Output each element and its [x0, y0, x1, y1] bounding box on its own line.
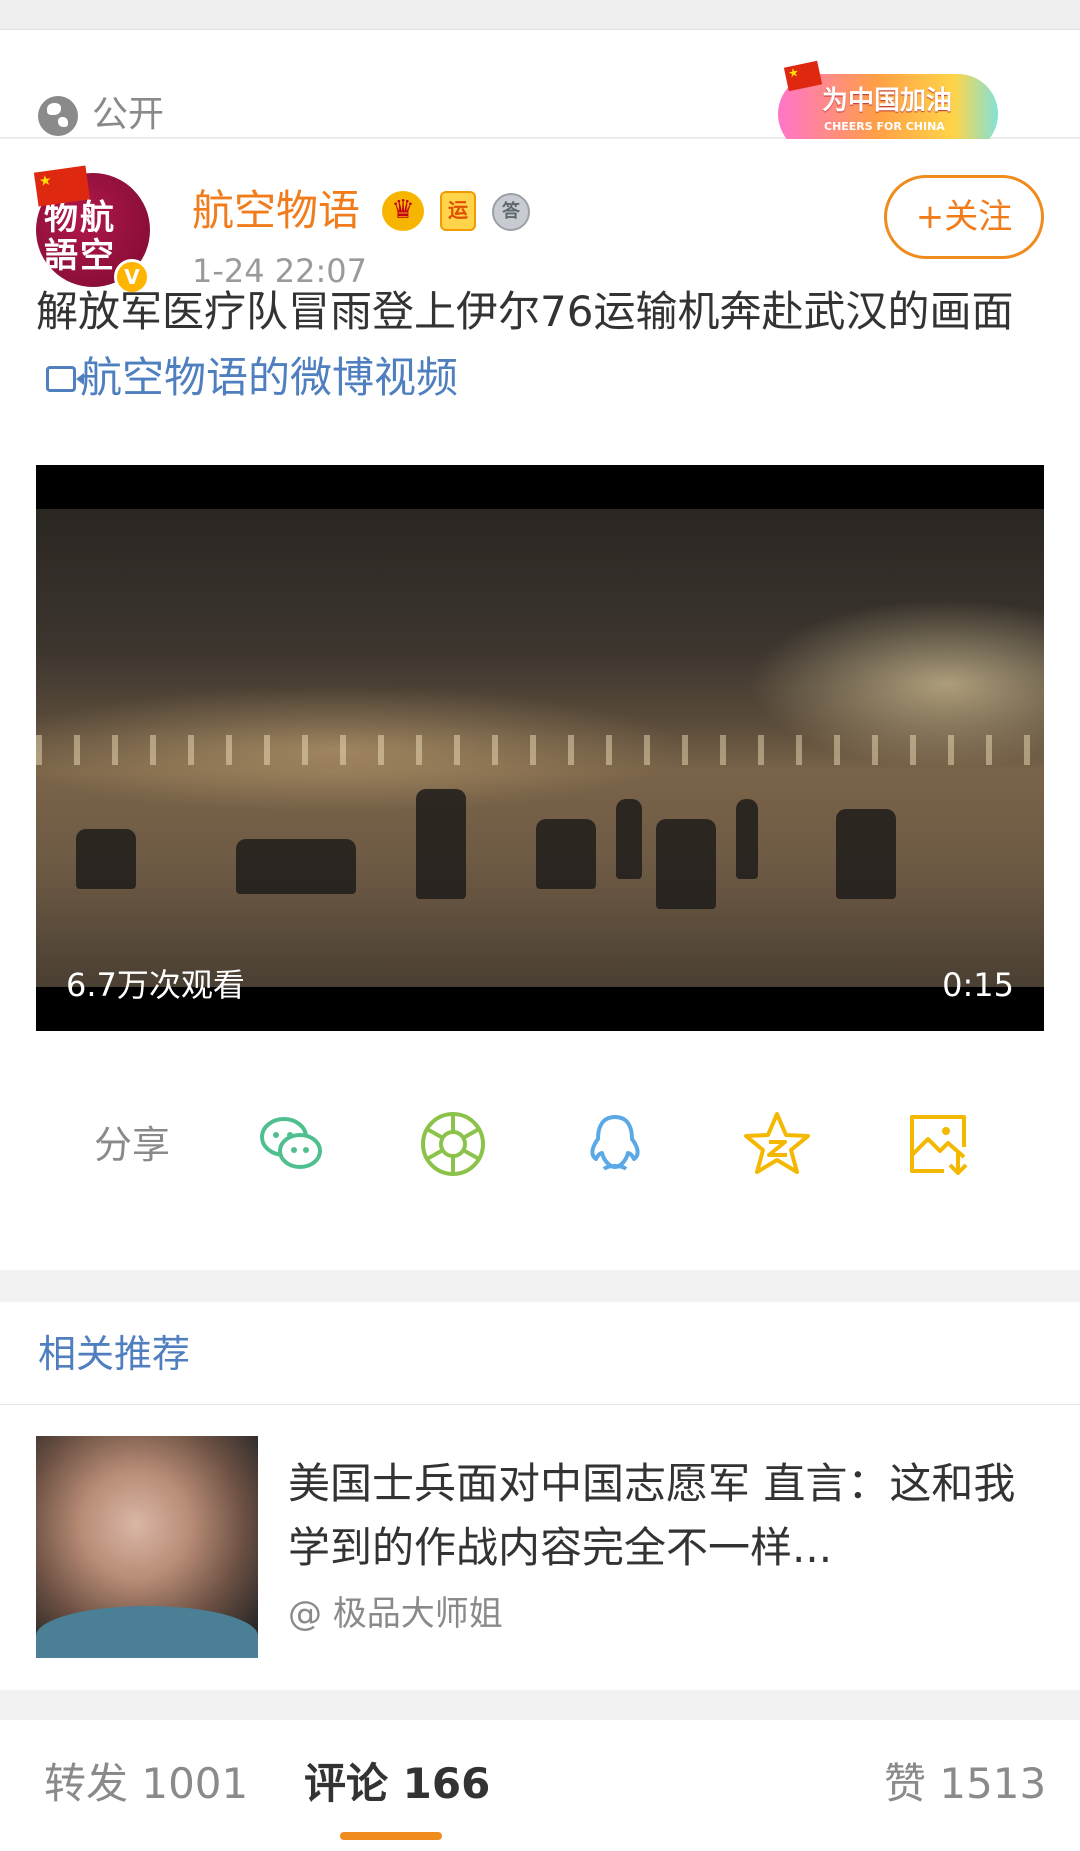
transport-badge-icon[interactable]: 运 — [440, 191, 476, 231]
globe-icon — [38, 96, 78, 136]
video-frame — [36, 509, 1044, 987]
video-camera-icon — [46, 366, 84, 392]
video-link[interactable]: 航空物语的微博视频 — [36, 353, 458, 402]
related-divider — [0, 1404, 1080, 1405]
video-views: 6.7万次观看 — [66, 966, 245, 1004]
wechat-icon[interactable] — [256, 1109, 326, 1179]
moments-icon[interactable] — [418, 1109, 488, 1179]
video-player[interactable]: 6.7万次观看 0:15 — [36, 465, 1044, 1031]
thumbnail-figure — [36, 1606, 258, 1658]
qq-icon[interactable] — [580, 1109, 650, 1179]
visibility-bar: 公开 为中国加油 CHEERS FOR CHINA — [0, 30, 1080, 154]
visibility-label: 公开 — [92, 94, 165, 135]
related-source[interactable]: @ 极品大师姐 — [288, 1590, 503, 1638]
video-link-label: 航空物语的微博视频 — [80, 353, 459, 402]
tab-comment[interactable]: 评论 166 — [304, 1756, 490, 1812]
username[interactable]: 航空物语 — [192, 183, 360, 239]
banner-title: 为中国加油 — [822, 86, 953, 116]
post-body: 解放军医疗队冒雨登上伊尔76运输机奔赴武汉的画面 — [36, 287, 1014, 336]
video-duration: 0:15 — [942, 966, 1014, 1004]
tab-like[interactable]: 赞 1513 — [884, 1756, 1046, 1812]
banner-subtitle: CHEERS FOR CHINA — [824, 120, 945, 133]
video-figures — [36, 789, 1044, 919]
tab-repost[interactable]: 转发 1001 — [44, 1756, 248, 1812]
top-strip — [0, 0, 1080, 30]
crown-badge-icon[interactable]: ♛ — [382, 191, 424, 231]
related-heading: 相关推荐 — [38, 1332, 191, 1376]
runway-lights — [36, 735, 1044, 765]
avatar-flag-icon — [33, 165, 91, 207]
save-image-icon[interactable] — [904, 1109, 974, 1179]
answer-medal-icon[interactable]: 答 — [492, 193, 530, 231]
active-tab-indicator — [340, 1832, 442, 1840]
related-title[interactable]: 美国士兵面对中国志愿军 直言：这和我学到的作战内容完全不一样... — [288, 1452, 1048, 1580]
related-thumbnail[interactable] — [36, 1436, 258, 1658]
post-text: 解放军医疗队冒雨登上伊尔76运输机奔赴武汉的画面 航空物语的微博视频 — [36, 279, 1048, 411]
share-label: 分享 — [94, 1123, 171, 1167]
follow-button[interactable]: +关注 — [884, 175, 1044, 259]
related-recommendations: 相关推荐 美国士兵面对中国志愿军 直言：这和我学到的作战内容完全不一样... @… — [0, 1302, 1080, 1690]
qzone-icon[interactable] — [742, 1109, 812, 1179]
post-card: 物航語空 V 航空物语 ♛ 运 答 1-24 22:07 +关注 解放军医疗队冒… — [0, 139, 1080, 1270]
bottom-tabs: 转发 1001 评论 166 赞 1513 — [0, 1720, 1080, 1851]
